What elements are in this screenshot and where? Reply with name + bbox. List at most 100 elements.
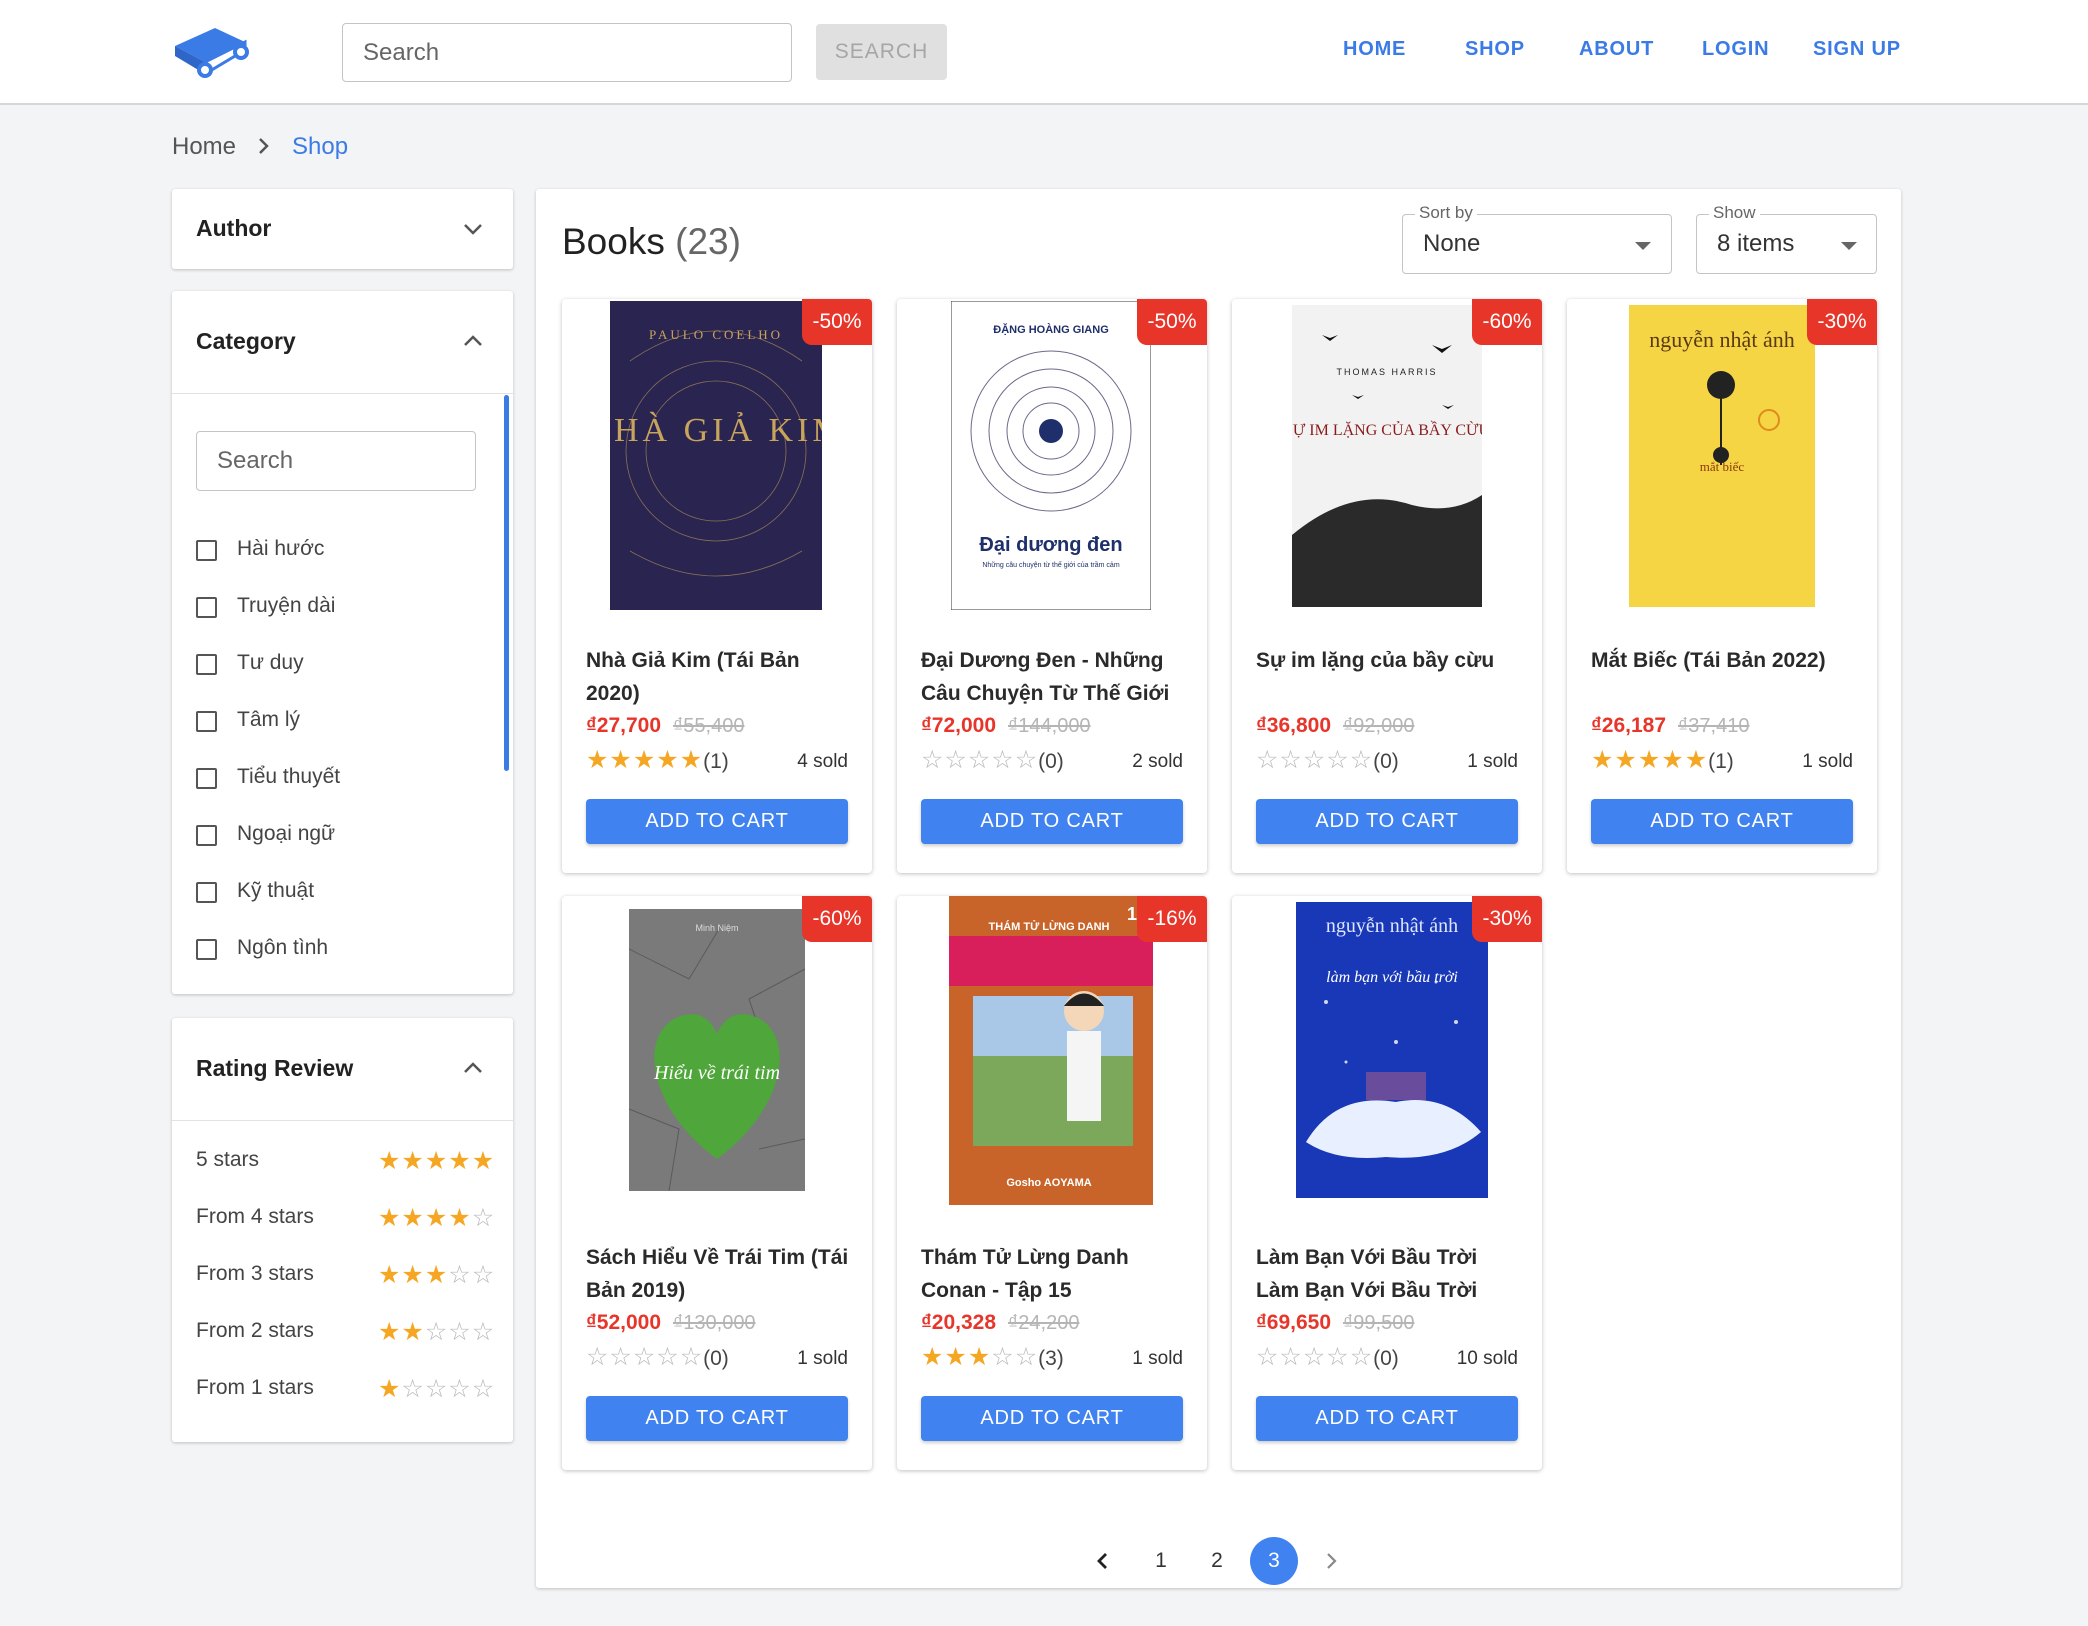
search-button[interactable]: SEARCH bbox=[816, 24, 947, 80]
chevron-up-icon[interactable] bbox=[462, 1061, 484, 1075]
rating-filter-label: From 3 stars bbox=[196, 1262, 314, 1285]
product-card[interactable]: ĐẶNG HOÀNG GIANG Đại dương đen Những câu… bbox=[897, 299, 1207, 873]
original-price: ₫99,500 bbox=[1343, 1312, 1415, 1334]
checkbox[interactable] bbox=[196, 540, 217, 561]
sort-by-select[interactable]: Sort by None bbox=[1402, 203, 1672, 274]
rating-stars: ★★★★☆ bbox=[378, 1203, 495, 1233]
category-checkbox-item[interactable]: Kỹ thuật bbox=[196, 877, 476, 907]
add-to-cart-button[interactable]: ADD TO CART bbox=[1256, 1396, 1518, 1441]
rating-filter-row[interactable]: 5 stars ★★★★★ bbox=[196, 1146, 496, 1176]
book-cover-image[interactable]: nguyễn nhật ánh mắt biếc bbox=[1629, 305, 1815, 607]
star-empty-icon: ☆ bbox=[1302, 746, 1327, 774]
book-cover-image[interactable]: nguyễn nhật ánh làm bạn với bầu trời bbox=[1296, 902, 1488, 1198]
star-empty-icon: ☆ bbox=[1326, 746, 1350, 774]
category-search-input[interactable] bbox=[196, 431, 476, 491]
star-filled-icon: ★ bbox=[424, 1261, 449, 1289]
sold-count: 1 sold bbox=[1467, 751, 1518, 772]
product-card[interactable]: PAULO COELHO NHÀ GIẢ KIM -50% Nhà Giả Kim… bbox=[562, 299, 872, 873]
product-title[interactable]: Mắt Biếc (Tái Bản 2022) bbox=[1591, 644, 1861, 677]
product-title[interactable]: Nhà Giả Kim (Tái Bản 2020) bbox=[586, 644, 856, 710]
rating-filter-row[interactable]: From 2 stars ★★☆☆☆ bbox=[196, 1317, 496, 1347]
sold-count: 10 sold bbox=[1456, 1348, 1518, 1369]
add-to-cart-button[interactable]: ADD TO CART bbox=[1591, 799, 1853, 844]
star-filled-icon: ★ bbox=[401, 1147, 425, 1175]
add-to-cart-button[interactable]: ADD TO CART bbox=[921, 799, 1183, 844]
page-2[interactable]: 2 bbox=[1193, 1537, 1241, 1585]
book-cover-image[interactable]: PAULO COELHO NHÀ GIẢ KIM bbox=[610, 301, 822, 610]
category-checkbox-item[interactable]: Ngôn tình bbox=[196, 934, 476, 964]
add-to-cart-button[interactable]: ADD TO CART bbox=[586, 799, 848, 844]
search-input[interactable] bbox=[342, 23, 792, 82]
product-card[interactable]: nguyễn nhật ánh làm bạn với bầu trời -30… bbox=[1232, 896, 1542, 1470]
rating-filter-row[interactable]: From 3 stars ★★★☆☆ bbox=[196, 1260, 496, 1290]
category-label: Ngôn tình bbox=[237, 936, 329, 959]
product-rating: ☆☆☆☆☆(0) bbox=[1256, 1342, 1399, 1372]
book-cover-image[interactable]: THOMAS HARRIS SỰ IM LẶNG CỦA BẦY CỪU bbox=[1292, 305, 1482, 607]
star-filled-icon: ★ bbox=[609, 746, 633, 774]
checkbox[interactable] bbox=[196, 597, 217, 618]
category-checkbox-item[interactable]: Tư duy bbox=[196, 649, 476, 679]
prev-page-icon[interactable] bbox=[1093, 1550, 1113, 1572]
category-scrollbar[interactable] bbox=[504, 395, 509, 771]
checkbox[interactable] bbox=[196, 825, 217, 846]
star-empty-icon: ☆ bbox=[991, 1343, 1015, 1371]
product-card[interactable]: nguyễn nhật ánh mắt biếc -30% Mắt Biếc (T… bbox=[1567, 299, 1877, 873]
star-empty-icon: ☆ bbox=[448, 1375, 472, 1403]
nav-login[interactable]: LOGIN bbox=[1702, 38, 1769, 61]
nav-home[interactable]: HOME bbox=[1343, 38, 1406, 61]
rating-filter-label: From 4 stars bbox=[196, 1205, 314, 1228]
next-page-icon[interactable] bbox=[1321, 1550, 1341, 1572]
add-to-cart-button[interactable]: ADD TO CART bbox=[921, 1396, 1183, 1441]
rating-filter-row[interactable]: From 1 stars ★☆☆☆☆ bbox=[196, 1374, 496, 1404]
nav-sign-up[interactable]: SIGN UP bbox=[1813, 38, 1901, 61]
star-filled-icon: ★ bbox=[1614, 746, 1638, 774]
book-cover-image[interactable]: ĐẶNG HOÀNG GIANG Đại dương đen Những câu… bbox=[951, 301, 1151, 610]
product-rating: ★★★★★(1) bbox=[586, 745, 729, 775]
product-title[interactable]: Đại Dương Đen - Những Câu Chuyện Từ Thế … bbox=[921, 644, 1191, 710]
star-filled-icon: ★ bbox=[448, 1147, 472, 1175]
product-rating: ★★★☆☆(3) bbox=[921, 1342, 1064, 1372]
nav-about[interactable]: ABOUT bbox=[1579, 38, 1654, 61]
add-to-cart-button[interactable]: ADD TO CART bbox=[586, 1396, 848, 1441]
chevron-down-icon[interactable] bbox=[462, 222, 484, 236]
author-filter-panel[interactable]: Author bbox=[172, 189, 513, 269]
category-checkbox-item[interactable]: Tiểu thuyết bbox=[196, 763, 476, 793]
rating-filter-title: Rating Review bbox=[196, 1055, 354, 1081]
category-checkbox-item[interactable]: Truyện dài bbox=[196, 592, 476, 622]
category-checkbox-item[interactable]: Hài hước bbox=[196, 535, 476, 565]
product-title[interactable]: Thám Tử Lừng Danh Conan - Tập 15 bbox=[921, 1241, 1191, 1307]
product-card[interactable]: THÁM TỬ LỪNG DANH 15 Gosho AOYAMA -16% Th… bbox=[897, 896, 1207, 1470]
product-title[interactable]: Sự im lặng của bầy cừu bbox=[1256, 644, 1526, 677]
review-count: (3) bbox=[1038, 1347, 1064, 1370]
original-price: ₫37,410 bbox=[1678, 715, 1750, 737]
star-empty-icon: ☆ bbox=[609, 1343, 633, 1371]
product-title[interactable]: Sách Hiểu Về Trái Tim (Tái Bản 2019) bbox=[586, 1241, 856, 1307]
divider bbox=[172, 1120, 513, 1121]
show-items-select[interactable]: Show 8 items bbox=[1696, 203, 1877, 274]
book-cover-image[interactable]: THÁM TỬ LỪNG DANH 15 Gosho AOYAMA bbox=[949, 896, 1153, 1205]
product-title[interactable]: Làm Bạn Với Bầu Trời Làm Bạn Với Bầu Trờ… bbox=[1256, 1241, 1526, 1307]
star-filled-icon: ★ bbox=[401, 1261, 425, 1289]
nav-shop[interactable]: SHOP bbox=[1465, 38, 1525, 61]
star-filled-icon: ★ bbox=[1684, 746, 1709, 774]
page-1[interactable]: 1 bbox=[1137, 1537, 1185, 1585]
checkbox[interactable] bbox=[196, 882, 217, 903]
checkbox[interactable] bbox=[196, 654, 217, 675]
add-to-cart-button[interactable]: ADD TO CART bbox=[1256, 799, 1518, 844]
rating-filter-row[interactable]: From 4 stars ★★★★☆ bbox=[196, 1203, 496, 1233]
page-3-current[interactable]: 3 bbox=[1250, 1537, 1298, 1585]
category-checkbox-item[interactable]: Tâm lý bbox=[196, 706, 476, 736]
chevron-up-icon[interactable] bbox=[462, 334, 484, 348]
breadcrumb-shop[interactable]: Shop bbox=[292, 133, 348, 161]
product-card[interactable]: THOMAS HARRIS SỰ IM LẶNG CỦA BẦY CỪU -60… bbox=[1232, 299, 1542, 873]
book-cover-image[interactable]: Minh Niệm Hiểu về trái tim bbox=[629, 909, 805, 1191]
breadcrumb-home[interactable]: Home bbox=[172, 133, 236, 161]
category-checkbox-item[interactable]: Ngoại ngữ bbox=[196, 820, 476, 850]
product-card[interactable]: Minh Niệm Hiểu về trái tim -60% Sách Hiểu… bbox=[562, 896, 872, 1470]
star-empty-icon: ☆ bbox=[471, 1261, 496, 1289]
checkbox[interactable] bbox=[196, 768, 217, 789]
checkbox[interactable] bbox=[196, 939, 217, 960]
book-logo-icon[interactable] bbox=[171, 24, 249, 80]
show-items-value: 8 items bbox=[1717, 230, 1795, 257]
checkbox[interactable] bbox=[196, 711, 217, 732]
